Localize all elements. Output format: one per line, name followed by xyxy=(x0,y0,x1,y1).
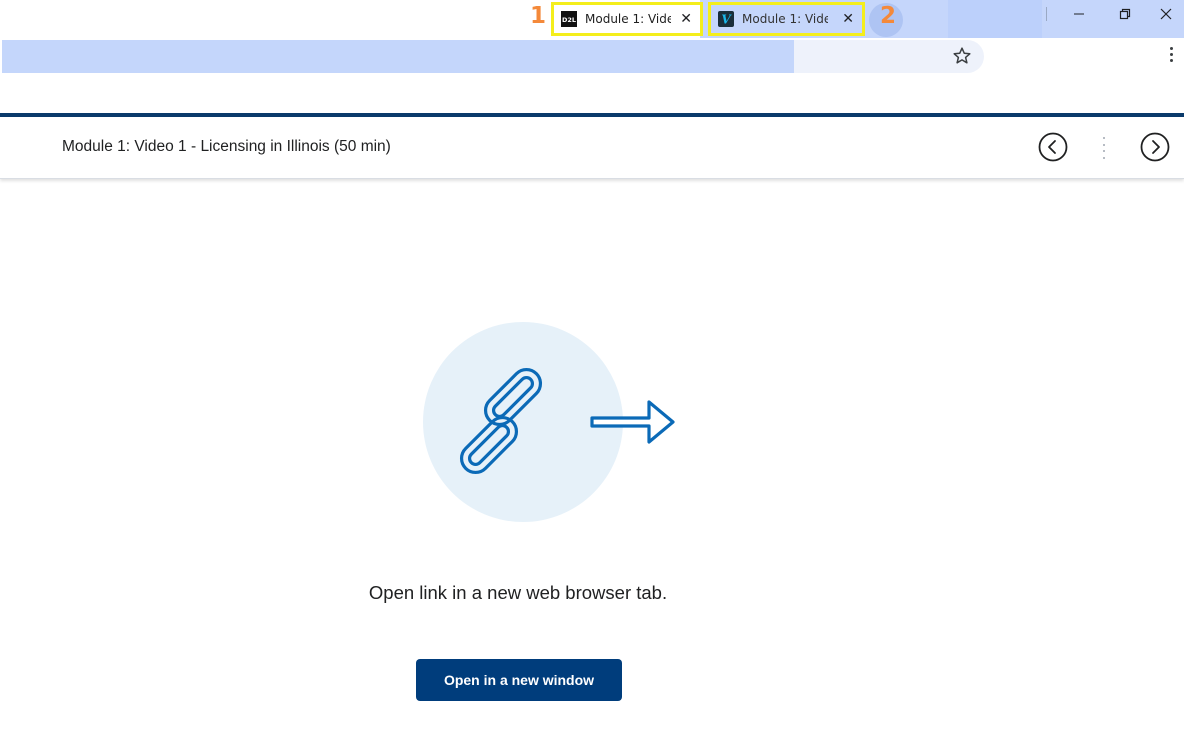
chevron-right-circle-icon[interactable] xyxy=(1140,132,1170,162)
page-title: Module 1: Video 1 - Licensing in Illinoi… xyxy=(62,138,391,155)
tab-title: Module 1: Video xyxy=(742,12,828,26)
tab-strip-drag-area[interactable] xyxy=(948,0,1042,38)
content-header: Module 1: Video 1 - Licensing in Illinoi… xyxy=(0,117,1184,179)
close-window-button[interactable] xyxy=(1148,0,1184,28)
restore-window-button[interactable] xyxy=(1102,0,1148,28)
restore-icon xyxy=(1119,8,1131,20)
minimize-window-button[interactable] xyxy=(1056,0,1102,28)
browser-menu-icon[interactable] xyxy=(1163,47,1179,67)
address-bar[interactable] xyxy=(2,40,984,73)
callout-number-2: 2 xyxy=(880,3,897,29)
callout-number-1: 1 xyxy=(530,3,547,29)
instruction-text: Open link in a new web browser tab. xyxy=(368,582,668,603)
address-bar-selection xyxy=(2,40,794,73)
d2l-logo-text: D2L xyxy=(562,16,576,24)
d2l-logo-icon: D2L xyxy=(561,11,577,27)
minimize-icon xyxy=(1074,13,1084,15)
tab-title: Module 1: Video xyxy=(585,12,671,26)
tab-strip-divider xyxy=(1046,7,1047,21)
external-link-chain-icon xyxy=(423,322,675,522)
vimeo-logo-icon: V xyxy=(718,11,734,27)
close-icon xyxy=(1160,8,1172,20)
tab-close-icon[interactable]: ✕ xyxy=(842,11,854,27)
browser-tab-vimeo[interactable]: V Module 1: Video ✕ xyxy=(708,2,865,36)
browser-tab-strip: 1 D2L Module 1: Video ✕ V Module 1: Vide… xyxy=(0,0,1184,38)
browser-toolbar xyxy=(0,38,1184,76)
bookmark-star-icon[interactable] xyxy=(952,46,972,66)
nav-divider xyxy=(1103,137,1105,159)
chevron-left-circle-icon[interactable] xyxy=(1038,132,1068,162)
tab-close-icon[interactable]: ✕ xyxy=(680,11,692,27)
open-in-new-window-button[interactable]: Open in a new window xyxy=(416,659,622,701)
browser-tab-d2l[interactable]: D2L Module 1: Video ✕ xyxy=(551,2,703,36)
